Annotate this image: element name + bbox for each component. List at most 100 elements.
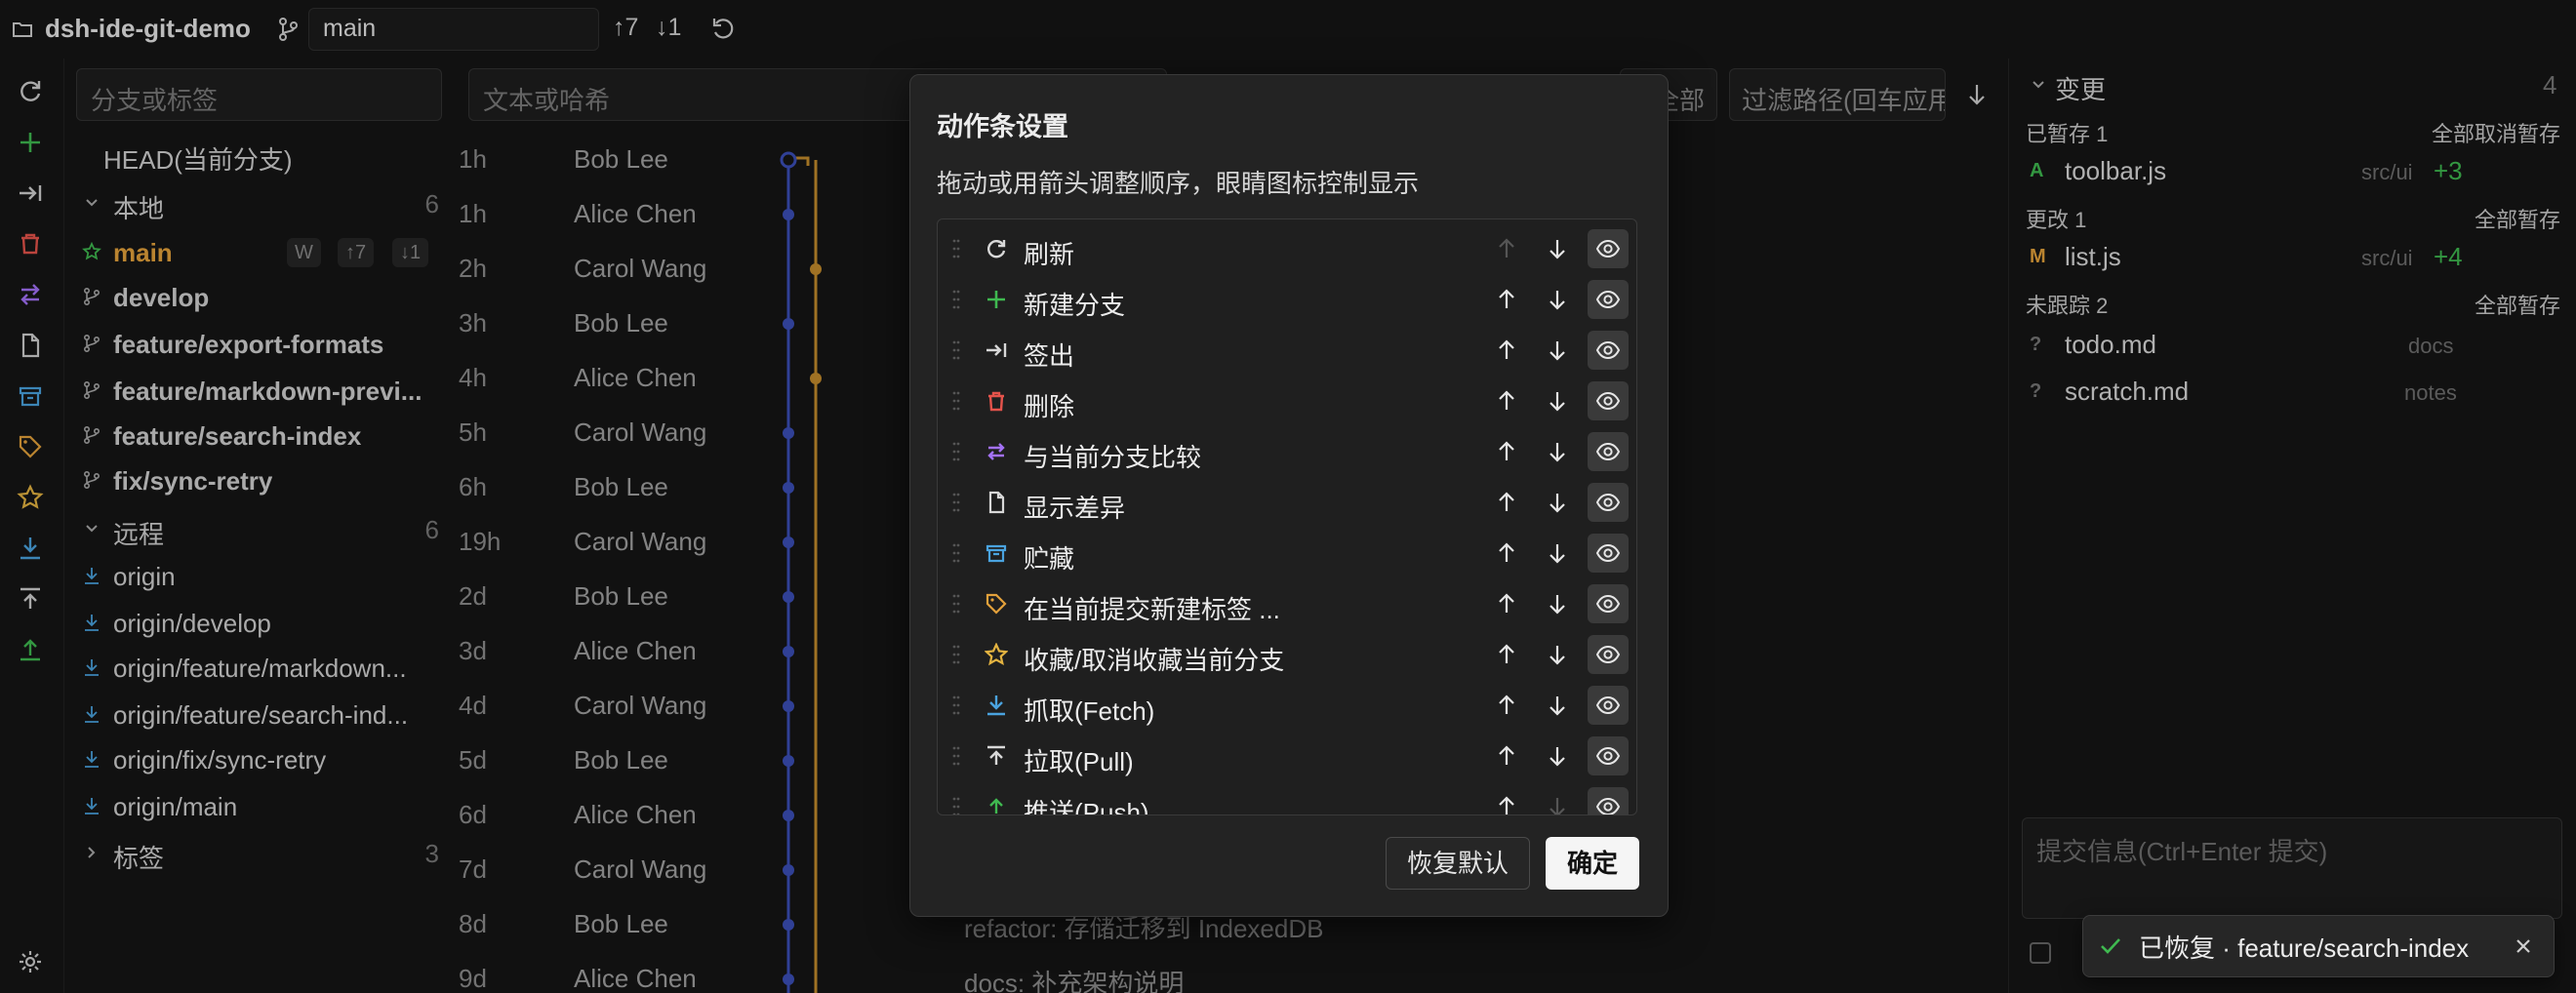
move-up-icon[interactable] [1494,793,1519,815]
move-down-icon[interactable] [1545,337,1570,364]
move-down-icon[interactable] [1545,539,1570,567]
drag-handle-icon[interactable] [951,744,961,768]
action-item[interactable]: 删除 [938,376,1636,426]
visibility-toggle[interactable] [1588,229,1629,268]
action-label: 刷新 [1024,240,1075,269]
visibility-toggle[interactable] [1588,432,1629,471]
action-item[interactable]: 抓取(Fetch) [938,680,1636,731]
trash-icon [988,391,1004,412]
action-label: 与当前分支比较 [1024,443,1202,472]
drag-handle-icon[interactable] [951,643,961,666]
eye-icon [1595,543,1621,563]
eye-icon [1595,797,1621,814]
plus-icon [987,291,1005,308]
action-label: 贮藏 [1024,544,1075,574]
action-item[interactable]: 拉取(Pull) [938,731,1636,781]
move-down-icon[interactable] [1545,590,1570,617]
eye-icon [1595,493,1621,512]
action-label: 推送(Push) [1024,798,1149,815]
push-icon [989,798,1003,814]
action-label: 拉取(Pull) [1024,747,1134,776]
visibility-toggle[interactable] [1588,736,1629,775]
visibility-toggle[interactable] [1588,381,1629,420]
drag-handle-icon[interactable] [951,288,961,311]
tag-icon [986,593,1007,615]
action-list: 刷新新建分支签出删除与当前分支比较 显示差异贮藏在当前提交新建标签 ... 收藏/取… [937,218,1637,815]
action-label: 删除 [1024,392,1075,421]
checkout-icon [986,343,1007,357]
action-item[interactable]: 收藏/取消收藏当前分支 [938,629,1636,680]
move-down-icon[interactable] [1545,489,1570,516]
action-label: 显示差异 [1024,494,1126,523]
action-label: 抓取(Fetch) [1024,696,1155,726]
archive-icon [986,544,1007,563]
star-icon [985,643,1008,666]
move-up-icon[interactable] [1494,489,1519,516]
drag-handle-icon[interactable] [951,694,961,717]
drag-handle-icon[interactable] [951,592,961,616]
refresh-icon [987,240,1006,258]
visibility-toggle[interactable] [1588,534,1629,573]
dialog-description: 拖动或用箭头调整顺序，眼睛图标控制显示 [937,169,1420,198]
action-label: 签出 [1024,341,1075,371]
action-label: 收藏/取消收藏当前分支 [1024,646,1285,675]
action-item[interactable]: 新建分支 [938,274,1636,325]
move-up-icon[interactable] [1494,539,1519,567]
close-icon[interactable] [2514,936,2533,956]
move-up-icon[interactable] [1494,692,1519,719]
visibility-toggle[interactable] [1588,787,1629,814]
eye-icon [1595,290,1621,309]
check-icon [2101,938,2120,954]
move-up-icon[interactable] [1494,387,1519,415]
drag-handle-icon[interactable] [951,440,961,463]
eye-icon [1595,695,1621,715]
move-up-icon[interactable] [1494,641,1519,668]
toast-message: 已恢复 · feature/search-index [2139,933,2470,963]
drag-handle-icon[interactable] [951,338,961,362]
action-item[interactable]: 贮藏 [938,528,1636,578]
confirm-button[interactable]: 确定 [1546,837,1639,890]
drag-handle-icon[interactable] [951,237,961,260]
drag-handle-icon[interactable] [951,541,961,565]
visibility-toggle[interactable] [1588,686,1629,725]
action-item[interactable]: 推送(Push) [938,781,1636,815]
move-down-icon[interactable] [1545,286,1570,313]
file-icon [988,491,1005,514]
action-item[interactable]: 与当前分支比较 [938,426,1636,477]
visibility-toggle[interactable] [1588,584,1629,623]
move-down-icon[interactable] [1545,387,1570,415]
move-up-icon[interactable] [1494,438,1519,465]
move-down-icon[interactable] [1545,641,1570,668]
visibility-toggle[interactable] [1588,483,1629,522]
action-item[interactable]: 显示差异 [938,477,1636,528]
visibility-toggle[interactable] [1588,635,1629,674]
visibility-toggle[interactable] [1588,280,1629,319]
dialog-title: 动作条设置 [937,112,1068,141]
eye-icon [1595,391,1621,411]
move-down-icon[interactable] [1545,742,1570,770]
drag-handle-icon[interactable] [951,389,961,413]
move-up-icon[interactable] [1494,235,1519,262]
move-up-icon[interactable] [1494,286,1519,313]
eye-icon [1595,746,1621,766]
action-label: 新建分支 [1024,291,1126,320]
action-item[interactable]: 在当前提交新建标签 ... [938,578,1636,629]
move-down-icon[interactable] [1545,692,1570,719]
eye-icon [1595,340,1621,360]
move-up-icon[interactable] [1494,590,1519,617]
move-up-icon[interactable] [1494,337,1519,364]
action-item[interactable]: 刷新 [938,223,1636,274]
action-item[interactable]: 签出 [938,325,1636,376]
eye-icon [1595,645,1621,664]
action-label: 在当前提交新建标签 ... [1024,595,1280,624]
move-up-icon[interactable] [1494,742,1519,770]
move-down-icon[interactable] [1545,793,1570,815]
fetch-icon [987,695,1005,716]
drag-handle-icon[interactable] [951,491,961,514]
move-down-icon[interactable] [1545,438,1570,465]
move-down-icon[interactable] [1545,235,1570,262]
compare-icon [987,443,1005,460]
visibility-toggle[interactable] [1588,331,1629,370]
drag-handle-icon[interactable] [951,795,961,815]
reset-defaults-button[interactable]: 恢复默认 [1386,837,1530,890]
